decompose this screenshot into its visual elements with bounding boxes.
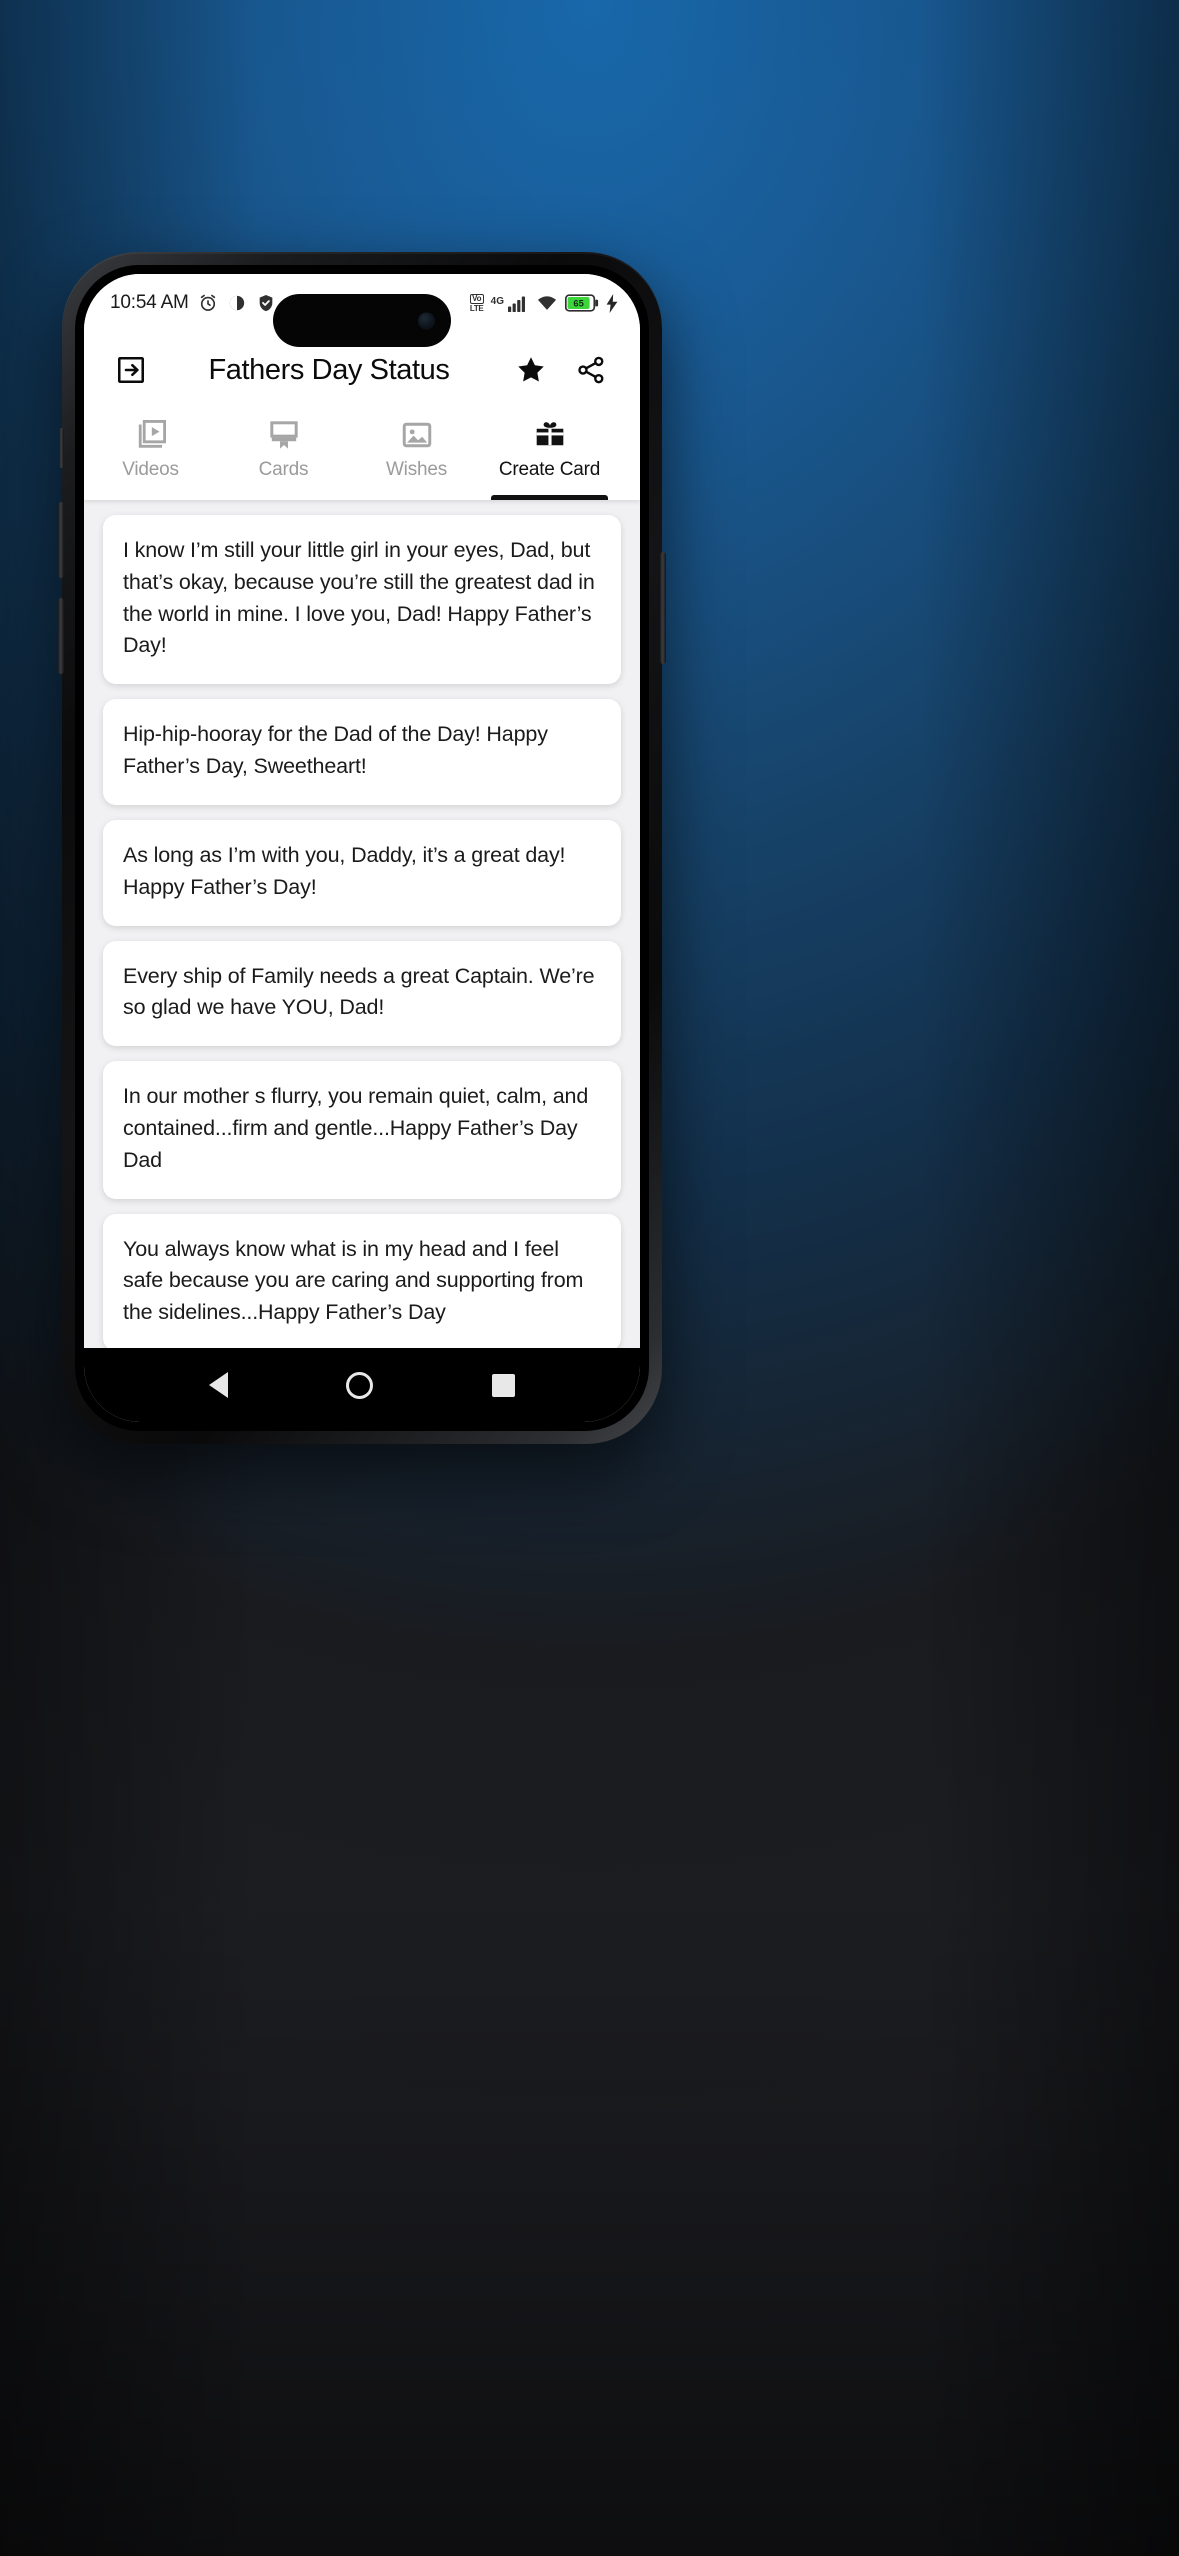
quote-text: You always know what is in my head and I… (123, 1236, 584, 1325)
phone-device-frame: 10:54 AM Vo LTE 4G 65 Fathers Day Status… (58, 252, 666, 1444)
favorite-button[interactable] (508, 347, 554, 393)
tab-bar: Videos Cards Wishes Create Card (84, 408, 640, 500)
star-filled-icon (518, 357, 544, 382)
image-icon (402, 422, 431, 448)
quote-text: As long as I’m with you, Daddy, it’s a g… (123, 842, 566, 899)
quote-text: Every ship of Family needs a great Capta… (123, 963, 595, 1020)
power-button[interactable] (660, 552, 666, 664)
tab-videos[interactable]: Videos (84, 408, 217, 500)
recents-square-icon (491, 1373, 515, 1397)
quote-text: I know I’m still your little girl in you… (123, 538, 595, 658)
back-triangle-icon (209, 1372, 229, 1398)
volte-icon: Vo LTE (469, 293, 484, 313)
recents-button[interactable] (491, 1373, 515, 1397)
lightning-bolt-icon (606, 293, 618, 313)
list-item[interactable]: In our mother s flurry, you remain quiet… (103, 1061, 621, 1199)
tab-wishes[interactable]: Wishes (350, 408, 483, 500)
alarm-icon (200, 294, 215, 311)
home-circle-icon (346, 1371, 374, 1399)
share-icon (578, 356, 604, 384)
exit-to-app-icon (118, 357, 145, 384)
share-button[interactable] (568, 347, 614, 393)
app-bar-actions (508, 347, 614, 393)
quotes-scroll-area[interactable]: I know I’m still your little girl in you… (84, 500, 640, 1348)
card-giftcard-icon (536, 422, 563, 446)
phone-bezel: 10:54 AM Vo LTE 4G 65 Fathers Day Status… (75, 265, 649, 1431)
quote-text: In our mother s flurry, you remain quiet… (123, 1084, 589, 1172)
quote-text: Hip-hip-hooray for the Dad of the Day! H… (123, 722, 548, 779)
front-camera-lens (418, 312, 435, 329)
back-button[interactable] (209, 1372, 229, 1398)
card-ribbon-icon (269, 421, 298, 449)
tab-label: Wishes (385, 459, 448, 480)
tab-label: Cards (258, 459, 309, 480)
status-bar: 10:54 AM Vo LTE 4G 65 (84, 274, 640, 347)
phone-screen: 10:54 AM Vo LTE 4G 65 Fathers Day Status… (84, 274, 640, 1422)
wifi-icon (538, 296, 556, 310)
brightness-icon (229, 295, 244, 311)
network-type-label: 4G (490, 296, 504, 307)
quotes-list: I know I’m still your little girl in you… (84, 510, 640, 1348)
volume-down-button[interactable] (58, 598, 64, 674)
battery-icon: 65 (565, 294, 599, 312)
list-item[interactable]: I know I’m still your little girl in you… (103, 515, 621, 685)
tab-cards[interactable]: Cards (217, 408, 350, 500)
page-title: Fathers Day Status (208, 353, 450, 386)
battery-percent-label: 65 (573, 298, 583, 309)
exit-to-app-button[interactable] (108, 347, 154, 393)
status-bar-right: Vo LTE 4G 65 (469, 293, 618, 313)
tab-label: Videos (122, 459, 179, 480)
signal-bars-icon (508, 296, 525, 312)
status-clock: 10:54 AM (110, 292, 189, 313)
list-item[interactable]: Every ship of Family needs a great Capta… (103, 940, 621, 1047)
volume-up-button[interactable] (58, 502, 64, 578)
active-tab-indicator (491, 495, 608, 500)
video-library-icon (138, 419, 166, 448)
dynamic-island (273, 294, 451, 347)
shield-icon (259, 295, 273, 312)
tab-label: Create Card (498, 459, 601, 480)
home-button[interactable] (346, 1371, 374, 1399)
tab-create-card[interactable]: Create Card (483, 408, 616, 500)
list-item[interactable]: You always know what is in my head and I… (103, 1213, 621, 1348)
list-item[interactable]: Hip-hip-hooray for the Dad of the Day! H… (103, 699, 621, 805)
android-navigation-bar (84, 1348, 640, 1422)
silent-switch[interactable] (59, 428, 64, 468)
list-item[interactable]: As long as I’m with you, Daddy, it’s a g… (103, 819, 621, 926)
